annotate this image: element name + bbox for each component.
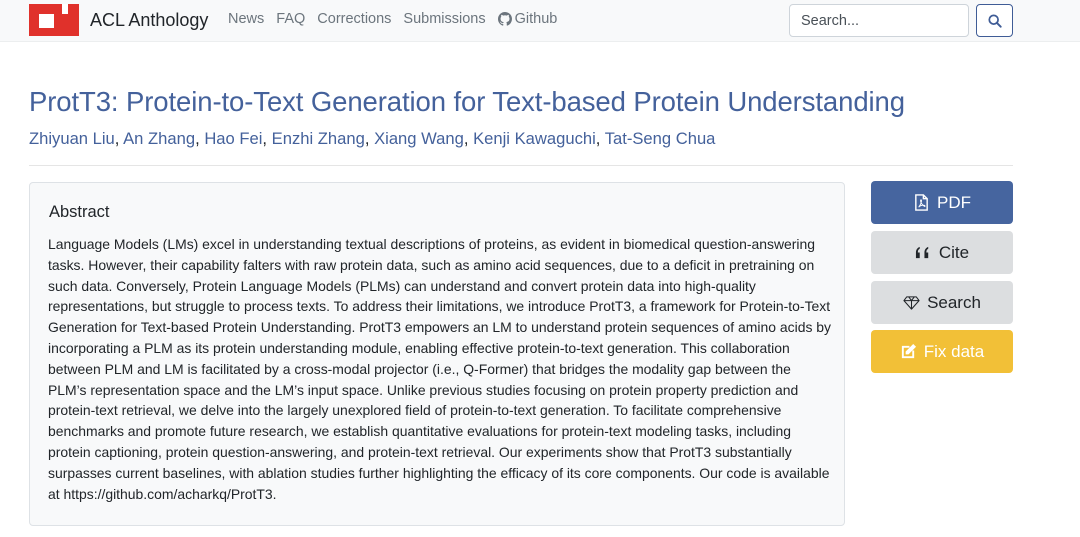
author-link[interactable]: Kenji Kawaguchi: [473, 129, 596, 148]
search-input[interactable]: [789, 4, 969, 37]
nav-link-corrections[interactable]: Corrections: [317, 11, 391, 27]
nav-link-github[interactable]: Github: [497, 11, 558, 27]
nav-link-news[interactable]: News: [228, 11, 264, 27]
author-link[interactable]: Tat-Seng Chua: [605, 129, 716, 148]
author-link[interactable]: Xiang Wang: [374, 129, 464, 148]
search-scholar-button[interactable]: Search: [871, 281, 1013, 324]
cite-button[interactable]: Cite: [871, 231, 1013, 274]
nav-link-faq[interactable]: FAQ: [276, 11, 305, 27]
paper-title[interactable]: ProtT3: Protein-to-Text Generation for T…: [29, 86, 905, 118]
fix-data-button[interactable]: Fix data: [871, 330, 1013, 373]
author-link[interactable]: Zhiyuan Liu: [29, 129, 115, 148]
abstract-text: Language Models (LMs) excel in understan…: [48, 236, 832, 502]
acl-logo-icon: [29, 4, 79, 36]
cite-button-label: Cite: [938, 242, 970, 262]
author-separator: ,: [595, 129, 605, 148]
file-pdf-icon: [915, 194, 928, 211]
abstract-card: Abstract Language Models (LMs) excel in …: [29, 182, 845, 526]
pdf-button[interactable]: PDF: [871, 181, 1013, 224]
search-scholar-button-label: Search: [927, 292, 981, 312]
author-link[interactable]: An Zhang: [123, 129, 195, 148]
abstract-heading: Abstract: [49, 203, 110, 221]
pdf-button-label: PDF: [937, 192, 971, 212]
edit-icon: [901, 343, 916, 359]
navbar: ACL Anthology News FAQ Corrections Submi…: [0, 0, 1080, 42]
brand-name: ACL Anthology: [90, 9, 209, 30]
quote-icon: [915, 246, 929, 259]
nav-links: News FAQ Corrections Submissions Github: [228, 11, 569, 27]
author-separator: ,: [114, 129, 124, 148]
fix-data-button-label: Fix data: [923, 341, 985, 361]
author-separator: ,: [195, 129, 205, 148]
author-link[interactable]: Enzhi Zhang: [272, 129, 365, 148]
search-submit-button[interactable]: [976, 4, 1013, 37]
author-separator: ,: [364, 129, 375, 148]
title-divider: [29, 165, 1013, 166]
nav-link-submissions[interactable]: Submissions: [403, 11, 485, 27]
author-separator: ,: [262, 129, 272, 148]
author-link[interactable]: Hao Fei: [204, 129, 262, 148]
author-list: Zhiyuan Liu, An Zhang, Hao Fei, Enzhi Zh…: [29, 129, 715, 149]
brand-link[interactable]: ACL Anthology: [29, 4, 208, 36]
nav-link-github-label: Github: [514, 11, 558, 27]
gem-icon: [903, 296, 920, 310]
author-separator: ,: [463, 129, 474, 148]
search-icon: [987, 13, 1002, 28]
github-icon: [497, 12, 512, 26]
